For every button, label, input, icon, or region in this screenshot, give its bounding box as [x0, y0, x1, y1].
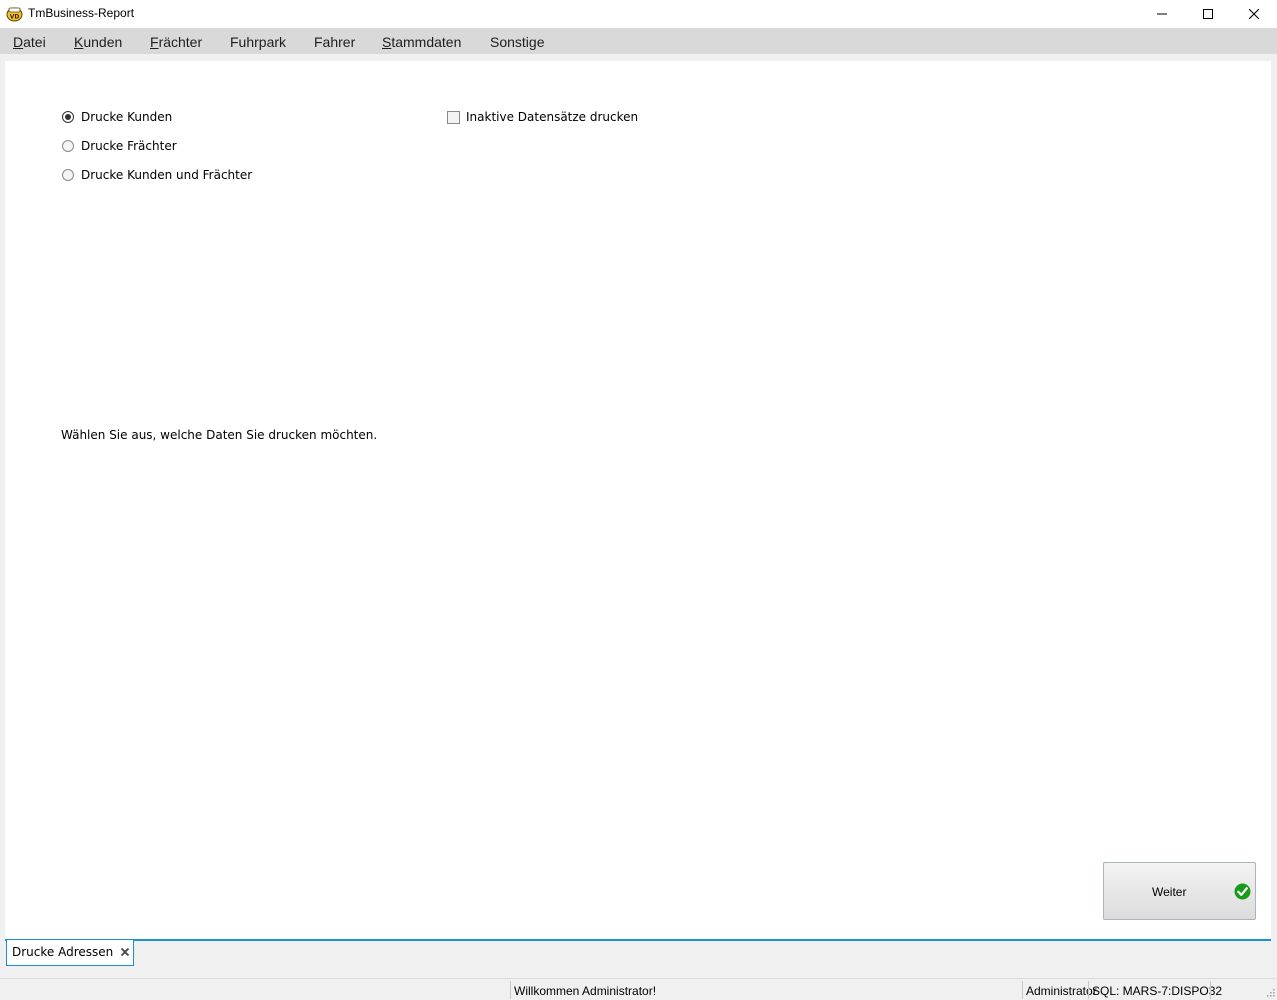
- resize-grip-icon[interactable]: [1266, 988, 1275, 997]
- menu-datei[interactable]: Datei: [13, 34, 46, 50]
- radio-drucke-kunden-label[interactable]: Drucke Kunden: [81, 110, 172, 124]
- status-separator: [1088, 981, 1089, 999]
- radio-drucke-kunden-und-fraechter-label[interactable]: Drucke Kunden und Frächter: [81, 168, 252, 182]
- document-tab-strip: [0, 941, 1277, 978]
- menu-sonstige[interactable]: Sonstige: [490, 34, 544, 50]
- status-separator: [1210, 981, 1211, 999]
- maximize-icon: [1203, 9, 1213, 19]
- status-separator: [1022, 981, 1023, 999]
- maximize-button[interactable]: [1185, 0, 1231, 28]
- menu-kunden[interactable]: Kunden: [74, 34, 122, 50]
- minimize-icon: [1157, 13, 1167, 15]
- tab-accent-line: [5, 939, 1271, 941]
- window-title: TmBusiness-Report: [28, 6, 135, 20]
- radio-drucke-kunden[interactable]: [62, 111, 74, 123]
- status-user: Administrator: [1026, 984, 1097, 998]
- menu-fahrer[interactable]: Fahrer: [314, 34, 355, 50]
- radio-drucke-fraechter-label[interactable]: Drucke Frächter: [81, 139, 177, 153]
- next-button-label: Weiter: [1152, 885, 1187, 899]
- frame-right: [1271, 54, 1277, 942]
- menu-fraechter[interactable]: Frächter: [150, 34, 202, 50]
- next-button[interactable]: Weiter: [1103, 862, 1256, 920]
- status-separator: [510, 981, 511, 999]
- status-connection: SQL: MARS-7:DISPO32: [1092, 984, 1223, 998]
- green-check-icon: [1234, 883, 1251, 900]
- inactive-records-label[interactable]: Inaktive Datensätze drucken: [466, 110, 638, 124]
- instruction-text: Wählen Sie aus, welche Daten Sie drucken…: [61, 428, 378, 442]
- title-bar: VD TmBusiness-Report: [0, 0, 1277, 28]
- menu-stammdaten[interactable]: Stammdaten: [382, 34, 461, 50]
- menu-fuhrpark[interactable]: Fuhrpark: [230, 34, 286, 50]
- close-icon: [1249, 9, 1259, 19]
- menu-bar: Datei Kunden Frächter Fuhrpark Fahrer St…: [0, 28, 1277, 54]
- svg-text:VD: VD: [10, 14, 20, 21]
- minimize-button[interactable]: [1139, 0, 1185, 28]
- radio-drucke-fraechter[interactable]: [62, 140, 74, 152]
- close-button[interactable]: [1231, 0, 1277, 28]
- frame-top: [0, 54, 1277, 61]
- inactive-records-checkbox[interactable]: [447, 111, 460, 124]
- tab-label: Drucke Adressen: [12, 945, 114, 959]
- status-bar: Willkommen Administrator! Administrator …: [0, 978, 1277, 1000]
- status-welcome: Willkommen Administrator!: [514, 984, 657, 998]
- report-panel: [5, 61, 1271, 940]
- tab-close-icon[interactable]: [120, 947, 130, 957]
- radio-drucke-kunden-und-fraechter[interactable]: [62, 169, 74, 181]
- app-logo-icon: VD: [6, 7, 23, 22]
- tab-drucke-adressen[interactable]: Drucke Adressen: [6, 940, 134, 966]
